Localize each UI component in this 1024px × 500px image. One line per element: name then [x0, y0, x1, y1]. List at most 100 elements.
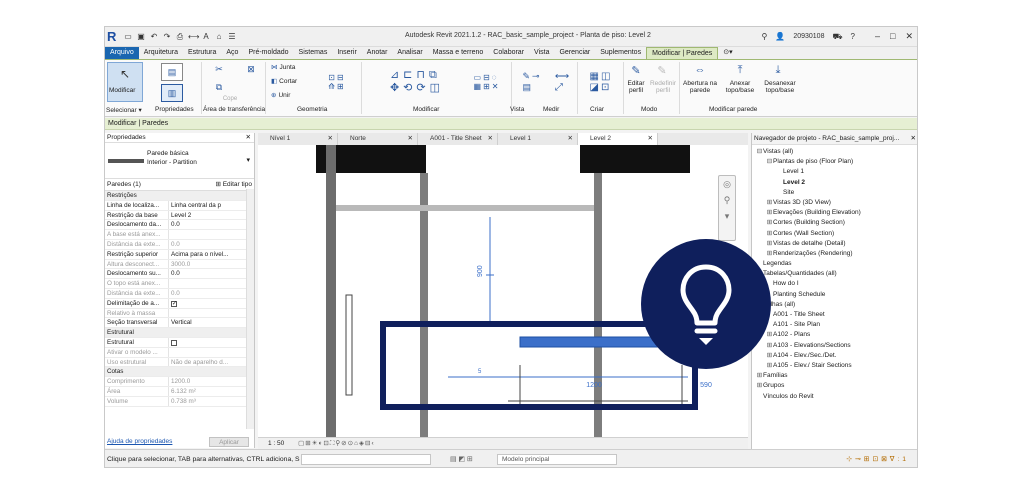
model-select[interactable]: Modelo principal — [497, 454, 617, 465]
measure-tools-icons[interactable]: ⟷ ⤢ — [549, 62, 575, 102]
property-group[interactable]: Cotas⇑ — [105, 367, 254, 378]
browser-item[interactable]: Site — [752, 188, 917, 198]
unite-button[interactable]: ⊕ Unir — [271, 90, 311, 100]
array-tools-icons[interactable]: ▭⊟◌ ▦⊞✕ — [467, 62, 507, 102]
browser-item[interactable]: ⊟Vistas (all) — [752, 147, 917, 157]
properties-type-icon[interactable]: ▤ — [161, 63, 183, 81]
join-button[interactable]: ⋈ Junta — [271, 62, 311, 72]
edit-profile-icon[interactable]: ✎ — [625, 62, 647, 78]
browser-item[interactable]: ⊞Vistas de detalhe (Detail) — [752, 239, 917, 249]
wall-vertical-left[interactable] — [326, 145, 336, 437]
close-icon[interactable]: ✕ — [908, 133, 916, 144]
tab-view-level-2[interactable]: Level 2 ✕ — [578, 133, 658, 145]
dimension-text-b[interactable]: 590 — [700, 382, 712, 389]
browser-item[interactable]: ⊞Elevações (Building Elevation) — [752, 208, 917, 218]
close-icon[interactable]: ✕ — [568, 133, 573, 145]
property-value[interactable]: 0.0 — [169, 269, 254, 278]
panel-select[interactable]: Selecionar ▾ — [106, 106, 142, 114]
tab-view-norte[interactable]: Norte ✕ — [338, 133, 418, 145]
measure-icon[interactable]: ⟷ — [188, 32, 199, 42]
cart-icon[interactable]: ⛟ — [832, 32, 842, 42]
close-icon[interactable]: ✕ — [488, 133, 493, 145]
property-checkbox[interactable] — [171, 339, 177, 346]
copy-clipboard-icon[interactable]: ⧉ — [213, 82, 225, 92]
properties-scrollbar[interactable] — [246, 189, 254, 429]
tree-toggle-icon[interactable]: ⊞ — [756, 381, 763, 391]
wall-block-right[interactable] — [580, 145, 690, 173]
property-group[interactable]: Estrutural⇑ — [105, 328, 254, 338]
property-group[interactable]: Restrições⇑ — [105, 191, 254, 201]
browser-item[interactable]: ⊞Famílias — [752, 371, 917, 381]
modify-button[interactable]: ↖ Modificar — [107, 62, 143, 102]
tab-analisar[interactable]: Analisar — [392, 47, 427, 59]
browser-item[interactable]: Legendas — [752, 259, 917, 269]
browser-item[interactable]: A101 - Site Plan — [752, 320, 917, 330]
undo-icon[interactable]: ↶ — [149, 32, 159, 42]
attach-icon[interactable]: ⤒ — [729, 62, 751, 78]
instance-filter[interactable]: Paredes (1) ⊞ Editar tipo — [105, 179, 254, 191]
detach-icon[interactable]: ⤓ — [767, 62, 789, 78]
property-value[interactable]: Vertical — [169, 318, 254, 327]
navigation-bar[interactable]: ◎ ⚲ ▾ — [718, 175, 736, 241]
view-scale[interactable]: 1 : 50 — [268, 440, 284, 447]
user-icon[interactable]: 👤 — [775, 32, 785, 41]
tab-arquitetura[interactable]: Arquitetura — [139, 47, 183, 59]
close-button[interactable]: ✕ — [905, 31, 913, 42]
browser-item[interactable]: ⊞Vistas 3D (3D View) — [752, 198, 917, 208]
browser-item[interactable]: ⊟Plantas de piso (Floor Plan) — [752, 157, 917, 167]
workset-select[interactable] — [301, 454, 431, 465]
browser-item[interactable]: ⊞A103 - Elevations/Sections — [752, 341, 917, 351]
print-icon[interactable]: ⎙ — [175, 32, 185, 42]
browser-item[interactable]: ⊞A105 - Elev./ Stair Sections — [752, 361, 917, 371]
tab-aco[interactable]: Aço — [221, 47, 243, 59]
tree-toggle-icon[interactable]: ⊞ — [766, 218, 773, 228]
tab-vista[interactable]: Vista — [529, 47, 554, 59]
close-icon[interactable]: ✕ — [328, 133, 333, 145]
tree-toggle-icon[interactable]: ⊟ — [766, 157, 773, 167]
tab-arquivo[interactable]: Arquivo — [105, 47, 139, 59]
thin-lines-icon[interactable]: ☰ — [227, 32, 237, 42]
tab-sistemas[interactable]: Sistemas — [294, 47, 333, 59]
help-icon[interactable]: ? — [851, 32, 855, 41]
edit-profile-label[interactable]: Editar perfil — [623, 80, 649, 94]
tab-inserir[interactable]: Inserir — [332, 47, 361, 59]
detach-label[interactable]: Desanexar topo/base — [759, 80, 801, 94]
wall-opening-label[interactable]: Abertura na parede — [681, 80, 719, 94]
view-control-icons[interactable]: ▢⊞☀◐⊡⛶⚲⊘⊙⌂◈⊟‹ — [298, 440, 375, 447]
tree-toggle-icon[interactable]: ⊞ — [766, 208, 773, 218]
tab-colaborar[interactable]: Colaborar — [488, 47, 529, 59]
ribbon-options-icon[interactable]: ⊙▾ — [718, 47, 737, 59]
zoom-icon[interactable]: ⚲ — [719, 192, 735, 208]
revit-logo[interactable]: R — [107, 29, 119, 44]
browser-item[interactable]: ⊞Renderizações (Rendering) — [752, 249, 917, 259]
tab-gerenciar[interactable]: Gerenciar — [554, 47, 595, 59]
tab-massa-terreno[interactable]: Massa e terreno — [428, 47, 489, 59]
browser-item[interactable]: ⊞Cortes (Building Section) — [752, 218, 917, 228]
cut-button[interactable]: ◧ Cortar — [271, 76, 311, 86]
steering-wheel-icon[interactable]: ◎ — [719, 176, 735, 192]
property-value[interactable] — [169, 338, 254, 347]
property-value[interactable]: ✓ — [169, 299, 254, 308]
browser-item[interactable]: Planting Schedule — [752, 290, 917, 300]
properties-help-link[interactable]: Ajuda de propriedades — [107, 438, 172, 445]
property-value[interactable]: 0.0 — [169, 220, 254, 229]
paste-label[interactable]: Cope — [219, 94, 241, 104]
create-tools-icons[interactable]: ▦◫ ◪⊡ — [583, 62, 619, 102]
property-value[interactable]: Linha central da p — [169, 201, 254, 210]
browser-item[interactable]: ⊞A102 - Plans — [752, 330, 917, 340]
chevron-down-icon[interactable]: ▾ — [246, 156, 250, 164]
browser-item[interactable]: Folhas (all) — [752, 300, 917, 310]
cut-clipboard-icon[interactable]: ✂ — [213, 64, 225, 74]
door-frame[interactable] — [345, 294, 353, 396]
browser-item[interactable]: Vínculos do Revit — [752, 392, 917, 402]
user-name[interactable]: 20930108 — [793, 33, 824, 40]
browser-item[interactable]: Level 2 — [752, 178, 917, 188]
browser-item[interactable]: How do I — [752, 279, 917, 289]
browser-item[interactable]: ⊞A104 - Elev./Sec./Det. — [752, 351, 917, 361]
browser-item[interactable]: ⊞Grupos — [752, 381, 917, 391]
tab-modificar-paredes[interactable]: Modificar | Paredes — [646, 47, 719, 59]
wall-opening-icon[interactable]: ⇔ — [689, 62, 711, 78]
design-options-icons[interactable]: ▤◩⊞ — [450, 450, 475, 467]
maximize-button[interactable]: □ — [890, 31, 895, 42]
apply-button[interactable]: Aplicar — [209, 437, 249, 447]
